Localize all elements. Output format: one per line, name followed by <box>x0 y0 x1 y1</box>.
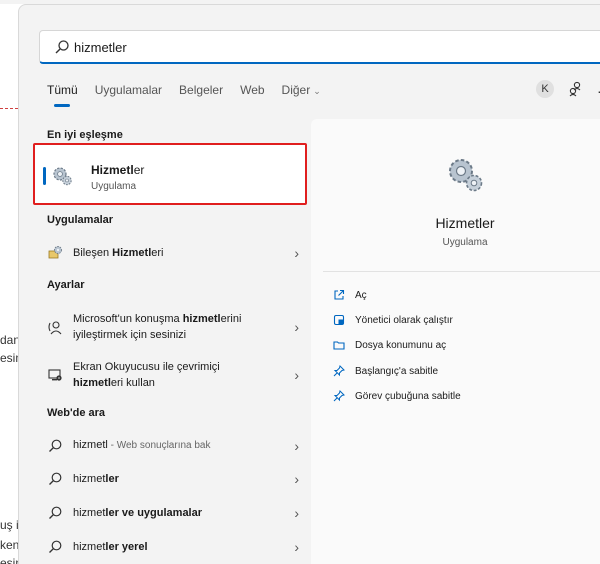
chevron-right-icon: › <box>294 437 299 454</box>
action-open-file-location[interactable]: Dosya konumunu aç <box>333 339 446 351</box>
divider <box>323 271 600 272</box>
best-match-type: Uygulama <box>91 181 137 192</box>
text-part: Bileşen <box>73 247 113 259</box>
text-part: hizmet <box>73 541 106 553</box>
chevron-right-icon: › <box>294 505 299 521</box>
shield-admin-icon <box>333 314 345 326</box>
search-box[interactable] <box>39 30 600 64</box>
list-item-web[interactable]: hizmetl - Web sonuçlarına bak › <box>47 437 299 454</box>
text-highlight: ler <box>105 473 119 485</box>
background-text: uş i <box>0 518 19 532</box>
list-item-label: hizmetler yerel <box>73 539 291 555</box>
search-icon <box>49 506 62 519</box>
list-item-web[interactable]: hizmetler yerel › <box>47 539 299 555</box>
services-gear-icon <box>53 167 72 186</box>
chevron-down-icon: ⌄ <box>313 86 321 96</box>
chevron-right-icon: › <box>294 367 299 383</box>
list-item-label: hizmetler ve uygulamalar <box>73 505 291 521</box>
text-highlight: ler yerel <box>105 541 148 553</box>
detail-pane: Hizmetler Uygulama Aç Yönetici olarak ça… <box>311 119 600 564</box>
component-services-icon <box>48 246 62 259</box>
action-label: Görev çubuğuna sabitle <box>355 390 461 402</box>
section-title-best-match: En iyi eşleşme <box>47 129 123 141</box>
tab-more[interactable]: Diğer ⌄ <box>282 83 321 107</box>
chevron-right-icon: › <box>294 539 299 555</box>
action-label: Yönetici olarak çalıştır <box>355 314 453 326</box>
action-open[interactable]: Aç <box>333 289 367 301</box>
search-icon <box>55 40 69 54</box>
text-highlight: hizmetl <box>182 313 221 325</box>
chevron-right-icon: › <box>294 319 299 335</box>
text-muted: - Web sonuçlarına bak <box>107 440 211 451</box>
detail-title: Hizmetler <box>435 215 495 231</box>
list-item-label: Bileşen Hizmetleri <box>73 245 291 261</box>
search-input[interactable] <box>74 37 574 57</box>
folder-icon <box>333 341 345 350</box>
section-title-settings: Ayarlar <box>47 279 85 291</box>
services-gear-icon <box>449 159 483 192</box>
text-part: Microsoft'un konuşma <box>73 313 183 325</box>
search-icon <box>49 540 62 553</box>
list-item-web[interactable]: hizmetler ve uygulamalar › <box>47 505 299 521</box>
best-match-name-rest: er <box>133 163 145 177</box>
text-part: eri kullan <box>110 377 155 389</box>
action-run-as-admin[interactable]: Yönetici olarak çalıştır <box>333 314 453 326</box>
list-item-setting[interactable]: Ekran Okuyucusu ile çevrimiçi hizmetleri… <box>47 359 299 391</box>
speech-settings-icon <box>48 321 62 335</box>
text-highlight: ler ve uygulamalar <box>105 507 203 519</box>
text-part: Ekran Okuyucusu ile çevrimiçi <box>73 361 220 373</box>
open-external-icon <box>334 289 345 300</box>
background-dashed-line <box>0 108 18 109</box>
filter-tabs: Tümü Uygulamalar Belgeler Web Diğer ⌄ <box>47 83 338 107</box>
chevron-right-icon: › <box>294 471 299 487</box>
chevron-right-icon: › <box>294 245 299 261</box>
section-title-apps: Uygulamalar <box>47 214 114 226</box>
search-panel: Tümü Uygulamalar Belgeler Web Diğer⌄ K ·… <box>18 4 600 564</box>
best-match-name: Hizmetler <box>91 163 144 177</box>
text-part: eri <box>151 247 164 259</box>
list-item-label: hizmetl - Web sonuçlarına bak <box>73 437 291 454</box>
list-item-label: Microsoft'un konuşma hizmetlerini iyileş… <box>73 311 291 343</box>
list-item-setting[interactable]: Microsoft'un konuşma hizmetlerini iyileş… <box>47 311 299 343</box>
text-part: hizmetl <box>73 439 108 451</box>
pin-icon <box>333 365 345 377</box>
best-match-name-highlight: Hizmetl <box>91 163 134 177</box>
text-part: iyileştirmek için sesinizi <box>73 329 187 341</box>
text-highlight: hizmetl <box>73 377 111 389</box>
connected-accounts-icon[interactable] <box>567 81 583 97</box>
search-icon <box>49 439 62 452</box>
action-label: Aç <box>355 289 367 301</box>
text-part: hizmet <box>73 473 106 485</box>
action-label: Dosya konumunu aç <box>355 339 447 351</box>
section-title-web: Web'de ara <box>47 407 106 419</box>
tab-apps[interactable]: Uygulamalar <box>95 83 162 107</box>
action-pin-to-start[interactable]: Başlangıç'a sabitle <box>333 365 438 377</box>
avatar[interactable]: K <box>536 80 554 98</box>
list-item-app[interactable]: Bileşen Hizmetleri › <box>47 245 299 261</box>
pin-icon <box>333 390 345 402</box>
text-part: erini <box>220 313 242 325</box>
detail-type: Uygulama <box>442 237 488 248</box>
tab-documents[interactable]: Belgeler <box>179 83 223 107</box>
narrator-icon <box>48 369 62 381</box>
action-pin-to-taskbar[interactable]: Görev çubuğuna sabitle <box>333 390 461 402</box>
action-label: Başlangıç'a sabitle <box>355 365 439 377</box>
tab-more-label: Diğer <box>281 83 311 97</box>
text-highlight: Hizmetl <box>112 247 152 259</box>
list-item-web[interactable]: hizmetler › <box>47 471 299 487</box>
selection-accent <box>43 167 46 185</box>
list-item-label: Ekran Okuyucusu ile çevrimiçi hizmetleri… <box>73 359 291 391</box>
tab-web[interactable]: Web <box>240 83 264 107</box>
text-part: hizmet <box>73 507 106 519</box>
search-icon <box>49 472 62 485</box>
best-match-item[interactable]: Hizmetler Uygulama <box>33 143 307 205</box>
list-item-label: hizmetler <box>73 471 291 487</box>
tab-all[interactable]: Tümü <box>47 83 78 107</box>
